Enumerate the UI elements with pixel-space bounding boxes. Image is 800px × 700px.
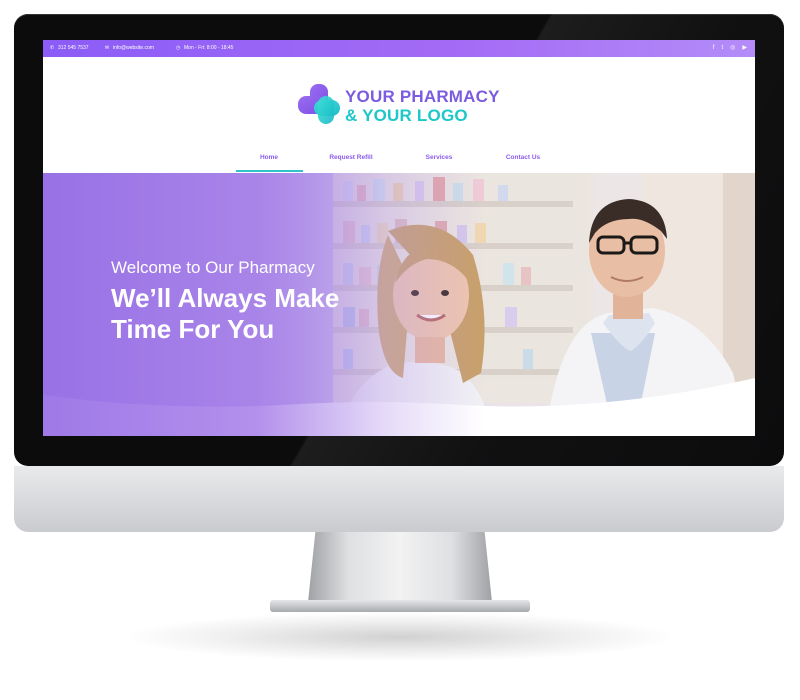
- logo-line-1: YOUR PHARMACY: [345, 87, 500, 106]
- website-screen: ✆ 312 545 7537 ✉ info@website.com ◷ Mon …: [43, 40, 755, 436]
- youtube-icon[interactable]: ▶: [742, 43, 747, 53]
- mail-icon: ✉: [104, 45, 110, 51]
- phone-number: 312 545 7537: [58, 45, 89, 51]
- instagram-icon[interactable]: ◎: [730, 43, 735, 53]
- facebook-icon[interactable]: f: [713, 43, 715, 53]
- site-logo[interactable]: YOUR PHARMACY & YOUR LOGO: [296, 82, 526, 132]
- hero-title-line-1: We’ll Always Make: [111, 283, 340, 313]
- cross-logo-icon: [298, 84, 340, 124]
- nav-home[interactable]: Home: [260, 154, 278, 161]
- hero-subtitle: Welcome to Our Pharmacy: [111, 258, 315, 277]
- main-navigation: Home Request Refill Services Contact Us: [43, 153, 755, 173]
- hero-title: We’ll Always Make Time For You: [111, 283, 339, 345]
- hours-info: ◷ Mon - Fri: 8:00 - 18:45: [175, 45, 234, 51]
- monitor-shadow: [120, 612, 680, 662]
- monitor-stand: [308, 532, 492, 602]
- nav-request-refill[interactable]: Request Refill: [329, 154, 372, 161]
- monitor-stand-base: [270, 600, 530, 612]
- clock-icon: ◷: [175, 45, 181, 51]
- hero-banner: Welcome to Our Pharmacy We’ll Always Mak…: [43, 173, 755, 436]
- nav-active-indicator: [236, 170, 303, 172]
- nav-services[interactable]: Services: [426, 154, 453, 161]
- email-info[interactable]: ✉ info@website.com: [104, 45, 154, 51]
- phone-info[interactable]: ✆ 312 545 7537: [49, 45, 89, 51]
- hero-title-line-2: Time For You: [111, 314, 275, 344]
- phone-icon: ✆: [49, 45, 55, 51]
- logo-line-2: & YOUR LOGO: [345, 106, 468, 125]
- logo-text: YOUR PHARMACY & YOUR LOGO: [345, 87, 500, 125]
- twitter-icon[interactable]: t: [721, 43, 723, 53]
- monitor-chin: [14, 466, 784, 532]
- opening-hours: Mon - Fri: 8:00 - 18:45: [184, 45, 234, 51]
- email-address: info@website.com: [113, 45, 154, 51]
- social-links: f t ◎ ▶: [713, 43, 747, 53]
- nav-contact-us[interactable]: Contact Us: [506, 154, 540, 161]
- top-info-bar: ✆ 312 545 7537 ✉ info@website.com ◷ Mon …: [43, 40, 755, 57]
